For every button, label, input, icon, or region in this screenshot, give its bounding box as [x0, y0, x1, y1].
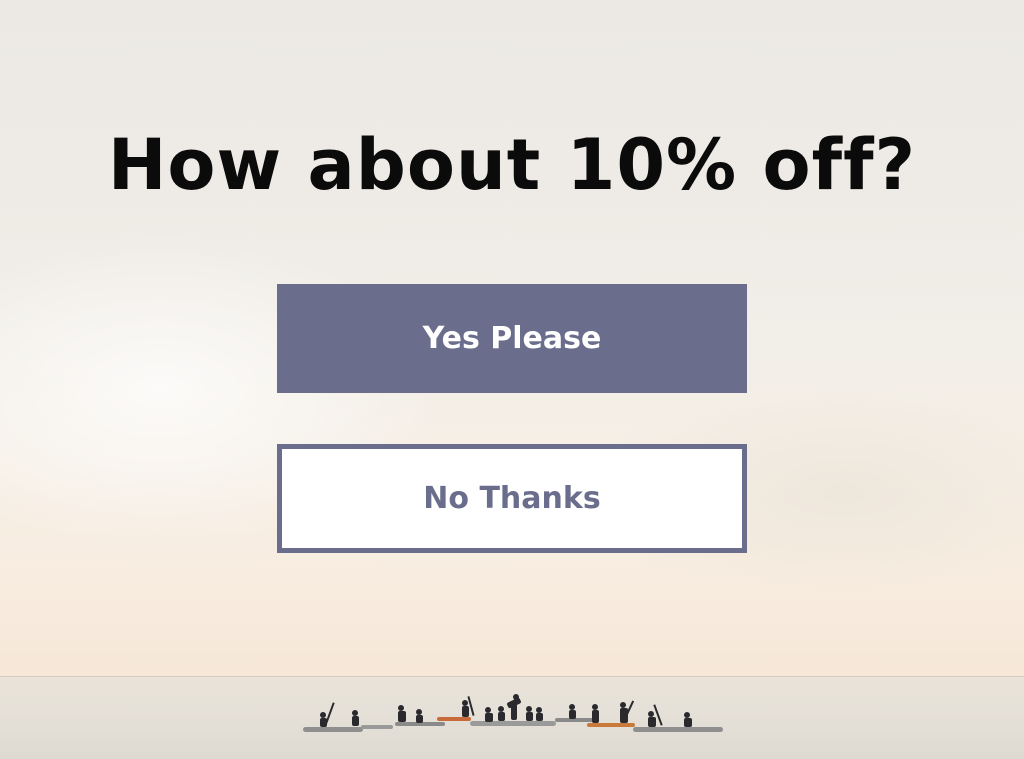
discount-popup: How about 10% off? Yes Please No Thanks	[0, 0, 1024, 759]
kayakers-photo-detail	[303, 694, 723, 732]
yes-please-label: Yes Please	[422, 321, 602, 356]
no-thanks-label: No Thanks	[423, 481, 601, 516]
popup-headline: How about 10% off?	[107, 124, 917, 206]
yes-please-button[interactable]: Yes Please	[277, 284, 747, 393]
no-thanks-button[interactable]: No Thanks	[277, 444, 747, 553]
